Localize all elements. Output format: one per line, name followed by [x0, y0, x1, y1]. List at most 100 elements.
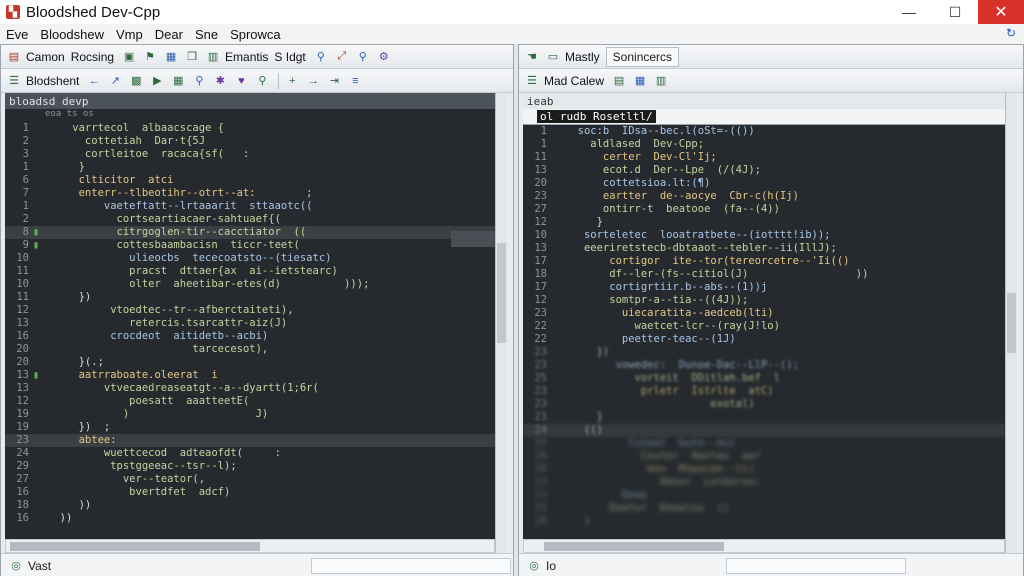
code-line[interactable]: 16 ))	[5, 512, 495, 525]
code-line[interactable]: 11 })	[5, 291, 495, 304]
code-line[interactable]: 10 sorteletec looatratbete--(iotttt!ib))…	[523, 229, 1005, 242]
toolbar-label[interactable]: Rocsing	[71, 50, 114, 64]
code-line[interactable]: 29 Ceuter Aastau aor	[523, 450, 1005, 463]
code-line[interactable]: 12 }	[523, 216, 1005, 229]
code-line[interactable]: 10 olter aheetibar-etes(d) )));	[5, 278, 495, 291]
code-line[interactable]: 23 exotal)	[523, 398, 1005, 411]
code-line[interactable]: 12 somtpr-a--tia--((4J));	[523, 294, 1005, 307]
code-line[interactable]: 23 abtee:	[5, 434, 495, 447]
horizontal-scrollbar[interactable]	[5, 539, 495, 553]
arrow-right-icon[interactable]: →	[304, 72, 322, 90]
code-line[interactable]: 20 tarcecesot),	[5, 343, 495, 356]
code-line[interactable]: 1 vaeteftatt--lrtaaarit sttaaotc((	[5, 200, 495, 213]
arrow-diagonal-icon[interactable]: ↗	[106, 72, 124, 90]
document-icon[interactable]: ▤	[5, 48, 23, 66]
search-icon[interactable]: ⚲	[312, 48, 330, 66]
toolbar-label[interactable]: S Idgt	[274, 50, 305, 64]
code-line[interactable]: 1 }	[5, 161, 495, 174]
grid-icon[interactable]: ▦	[631, 72, 649, 90]
code-line[interactable]: 11 pracst dttaer{ax ai--ietstearc)	[5, 265, 495, 278]
editor-tab-title[interactable]: bloadsd devp	[5, 93, 495, 109]
code-line[interactable]: 25 vorteit DDitlah.bef l	[523, 372, 1005, 385]
code-lines[interactable]: 1 soc:b IDsa--bec.l(oSt=-(()) 1 aldlased …	[523, 125, 1005, 528]
breakpoint-marker[interactable]: ▮	[33, 239, 47, 252]
run-icon[interactable]: ▶	[148, 72, 166, 90]
code-editor[interactable]: bloadsd devp eoa ts os 1 varrtecol albaa…	[5, 93, 495, 575]
code-line[interactable]: 27 ver--teator(,	[5, 473, 495, 486]
list-icon[interactable]: ☰	[5, 72, 23, 90]
code-line[interactable]: 23 }	[523, 411, 1005, 424]
toolbar-label[interactable]: Mad Calew	[544, 74, 604, 88]
code-line[interactable]: 23 vowedec: Dunoe-Dac--LlP--();	[523, 359, 1005, 372]
minimize-button[interactable]: —	[886, 0, 932, 24]
code-line[interactable]: 22 peetter-teac--(1J)	[523, 333, 1005, 346]
paste-icon[interactable]: ▥	[204, 48, 222, 66]
chart-icon[interactable]: ▥	[652, 72, 670, 90]
code-line[interactable]: 15 Doatur Deealou ()	[523, 502, 1005, 515]
replace-icon[interactable]: ⤢	[333, 48, 351, 66]
folder-icon[interactable]: ▣	[120, 48, 138, 66]
code-line[interactable]: 3 cortleitoe racaca{sf( :	[5, 148, 495, 161]
code-line[interactable]: 2 cortseartiacaer-sahtuaef{(	[5, 213, 495, 226]
code-line[interactable]: 23 })	[523, 346, 1005, 359]
code-line[interactable]: 12 vtoedtec--tr--afberctaiteti),	[5, 304, 495, 317]
code-line[interactable]: 22 waetcet-lcr--(ray(J!lo)	[523, 320, 1005, 333]
breakpoint-marker[interactable]: ▮	[33, 226, 47, 239]
code-line[interactable]: 27 ontirr-t beatooe (fa--(4))	[523, 203, 1005, 216]
plus-icon[interactable]: +	[283, 72, 301, 90]
code-line[interactable]: 6 clticitor atci	[5, 174, 495, 187]
code-line[interactable]: 1 varrtecol albaacscage {	[5, 122, 495, 135]
menu-item[interactable]: Dear	[155, 27, 183, 42]
menu-item[interactable]: Bloodshew	[40, 27, 104, 42]
heart-icon[interactable]: ♥	[232, 72, 250, 90]
find-next-icon[interactable]: ⚲	[354, 48, 372, 66]
toolbar-label[interactable]: Blodshent	[26, 74, 79, 88]
code-line[interactable]: 19 }) ;	[5, 421, 495, 434]
code-line[interactable]: 29 tpstggeeac--tsr--l);	[5, 460, 495, 473]
code-line[interactable]: 1 aldlased Dev-Cpp;	[523, 138, 1005, 151]
scrollbar-thumb[interactable]	[10, 542, 260, 551]
menu-lines-icon[interactable]: ≡	[346, 72, 364, 90]
tab-sources[interactable]: Sonincercs	[605, 46, 680, 67]
code-line[interactable]: 16 bvertdfet adcf)	[5, 486, 495, 499]
code-editor[interactable]: ieab ol rudb Rosetltl/ 1 soc:b IDsa--bec…	[523, 93, 1005, 575]
code-line[interactable]: 9 ▮ cottesbaambacisn ticcr-teet(	[5, 239, 495, 252]
code-line[interactable]: 10 ulieocbs tececoatsto--(tiesatc)	[5, 252, 495, 265]
code-line[interactable]: 17 cortigrtiir.b--abs--(1))j	[523, 281, 1005, 294]
breakpoint-marker[interactable]: ▮	[33, 369, 47, 382]
code-line[interactable]: 20 }(.;	[5, 356, 495, 369]
vertical-scrollbar[interactable]	[1005, 93, 1017, 575]
code-line[interactable]: 13 ecot.d Der--Lpe (/(4J);	[523, 164, 1005, 177]
menu-item[interactable]: Vmp	[116, 27, 143, 42]
toolbar-label[interactable]: Emantis	[225, 50, 268, 64]
compile-icon[interactable]: ▩	[127, 72, 145, 90]
scrollbar-thumb[interactable]	[544, 542, 724, 551]
code-line[interactable]: 13 retercis.tsarcattr-aiz(J)	[5, 317, 495, 330]
code-line[interactable]: 25 Cuteat buto--eu)	[523, 437, 1005, 450]
code-line[interactable]: 23 eartter de--aocye Cbr-c(h(Ij)	[523, 190, 1005, 203]
code-line[interactable]: 23 uiecaratita--aedceb(lti)	[523, 307, 1005, 320]
code-line[interactable]: 13 vtvecaedreaseatgt--a--dyartt(1;6r(	[5, 382, 495, 395]
indent-icon[interactable]: ⇥	[325, 72, 343, 90]
menu-item[interactable]: Sne	[195, 27, 218, 42]
code-line[interactable]: 23 Deao	[523, 489, 1005, 502]
refresh-icon[interactable]: ↻	[1006, 26, 1016, 40]
maximize-button[interactable]: ☐	[932, 0, 978, 24]
scrollbar-thumb[interactable]	[1007, 293, 1016, 353]
toolbar-label[interactable]: Mastly	[565, 50, 600, 64]
code-line[interactable]: 13 eeeriretstecb-dbtaaot--tebler--ii(Ill…	[523, 242, 1005, 255]
code-line[interactable]: 24 wuettcecod adteaofdt( :	[5, 447, 495, 460]
search-icon[interactable]: ⚲	[190, 72, 208, 90]
toolbar-label[interactable]: Camon	[26, 50, 65, 64]
code-line[interactable]: 24 (()	[523, 424, 1005, 437]
code-line[interactable]: 7 enterr--tlbeotihr--otrt--at: ;	[5, 187, 495, 200]
copy-icon[interactable]: ❐	[183, 48, 201, 66]
code-line[interactable]: 20 cottetsioa.lt:(¶)	[523, 177, 1005, 190]
code-line[interactable]: 19 ) J)	[5, 408, 495, 421]
menu-item[interactable]: Eve	[6, 27, 28, 42]
code-line[interactable]: 16 crocdeot aitidetb--acbi)	[5, 330, 495, 343]
list-icon[interactable]: ☰	[523, 72, 541, 90]
code-line[interactable]: 8 ▮ citrgoglen-tir--cacctiator ((	[5, 226, 495, 239]
code-line[interactable]: 1 soc:b IDsa--bec.l(oSt=-(())	[523, 125, 1005, 138]
file-icon[interactable]: ▭	[544, 48, 562, 66]
